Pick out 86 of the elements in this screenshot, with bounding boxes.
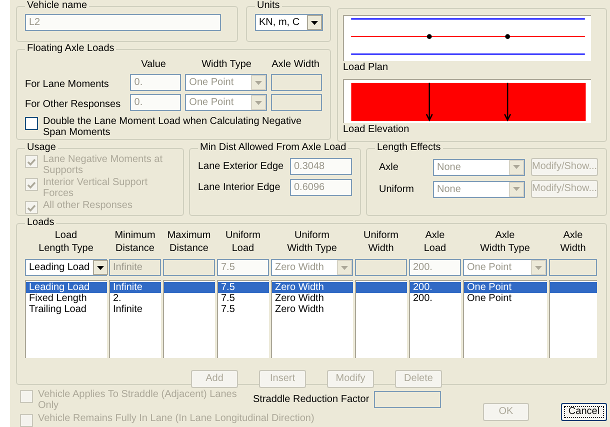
checkbox-label: Vehicle Applies To Straddle (Adjacent) Lanes Only: [38, 389, 238, 411]
checkmark-icon: [27, 180, 36, 188]
list-cell[interactable]: 2.: [110, 293, 161, 304]
list-cell[interactable]: Zero Width: [272, 293, 353, 304]
field-label: Lane Exterior Edge: [198, 160, 284, 174]
group-title: Usage: [26, 142, 57, 154]
column-header: Minimum Distance: [114, 229, 156, 256]
column-header: Load Length Type: [38, 229, 94, 256]
list-column[interactable]: Infinite 2. Infinite: [109, 280, 161, 358]
checkbox-label: All other Responses: [43, 200, 132, 211]
list-cell[interactable]: 7.5: [218, 293, 269, 304]
field-label: Axle: [378, 160, 400, 174]
list-cell[interactable]: Fixed Length: [26, 293, 107, 304]
dropdown-value: One Point: [188, 76, 235, 90]
list-cell[interactable]: One Point: [464, 293, 547, 304]
checkbox-label: Lane Negative Moments at Supports: [43, 154, 164, 176]
caret-icon: [96, 266, 104, 270]
dropdown-value: None: [436, 182, 462, 196]
dropdown[interactable]: Leading Load: [25, 259, 107, 276]
list-column[interactable]: [355, 280, 407, 358]
column-header: Axle Width Type: [479, 229, 531, 256]
dropdown[interactable]: KN, m, C: [255, 14, 323, 31]
list-cell[interactable]: Trailing Load: [26, 304, 107, 315]
column-header: Axle Width: [270, 59, 320, 71]
list-cell[interactable]: One Point: [464, 282, 547, 293]
dialog-button[interactable]: Cancel: [561, 403, 607, 421]
group-title: Length Effects: [376, 142, 442, 154]
column-header: Axle Width: [559, 229, 587, 256]
dropdown-value: One Point: [188, 96, 235, 110]
checkmark-icon: [27, 158, 36, 166]
group-title: Vehicle name: [26, 0, 88, 12]
group-title: Units: [256, 0, 281, 12]
caret-icon: [513, 165, 520, 169]
list-cell[interactable]: Leading Load: [26, 282, 107, 293]
list-cell[interactable]: Zero Width: [272, 304, 353, 315]
list-column[interactable]: [549, 280, 597, 358]
list-cell[interactable]: 200.: [410, 293, 461, 304]
checkbox[interactable]: [25, 117, 38, 130]
caret-icon: [513, 187, 520, 191]
list-column[interactable]: 7.5 7.5 7.5: [217, 280, 269, 358]
list-cell[interactable]: Infinite: [110, 304, 161, 315]
column-header: Uniform Load: [224, 229, 262, 256]
checkbox-label: Double the Lane Moment Load when Calculating Negative Span Moments: [43, 116, 303, 138]
group-title: Floating Axle Loads: [26, 43, 116, 55]
dropdown-value: One Point: [466, 261, 512, 275]
field-label: Lane Interior Edge: [198, 181, 280, 195]
group-title: Loads: [26, 217, 56, 229]
dropdown-button[interactable]: [92, 260, 108, 275]
list-cell[interactable]: 200.: [410, 282, 461, 293]
column-header: Uniform Width: [362, 229, 400, 256]
column-header: Uniform Width Type: [286, 229, 338, 256]
input-field[interactable]: [271, 94, 322, 111]
dropdown-value: None: [436, 160, 462, 174]
column-header: Axle Load: [422, 229, 448, 256]
checkmark-icon: [27, 204, 36, 212]
dropdown-value: Zero Width: [274, 261, 325, 275]
checkbox-label: Interior Vertical Support Forces: [43, 177, 148, 199]
list-column[interactable]: One Point One Point: [463, 280, 547, 358]
row-label: For Lane Moments: [25, 79, 110, 91]
caret-icon: [341, 266, 348, 270]
column-header: Maximum Distance: [166, 229, 212, 256]
field-label: Uniform: [378, 182, 416, 196]
list-column[interactable]: Zero Width Zero Width Zero Width: [271, 280, 353, 358]
list-cell[interactable]: 7.5: [218, 304, 269, 315]
list-cell[interactable]: Zero Width: [272, 282, 353, 293]
caret-icon: [255, 100, 262, 104]
column-header: Value: [140, 59, 167, 71]
dropdown-button[interactable]: [307, 15, 322, 30]
load-plan-label: Load Plan: [343, 61, 390, 75]
input-field[interactable]: [271, 74, 322, 91]
column-header: Width Type: [200, 59, 252, 71]
list-column[interactable]: [163, 280, 215, 358]
list-column[interactable]: 200. 200.: [409, 280, 461, 358]
caret-icon: [255, 80, 262, 84]
load-elevation-label: Load Elevation: [343, 123, 410, 137]
list-cell[interactable]: 7.5: [218, 282, 269, 293]
row-label: For Other Responses: [25, 99, 122, 111]
dropdown-value: Leading Load: [28, 261, 91, 275]
caret-icon: [535, 266, 542, 270]
field-label: Straddle Reduction Factor: [253, 393, 370, 407]
checkbox-label: Vehicle Remains Fully In Lane (In Lane Longitudinal Direction): [38, 413, 314, 424]
list-cell[interactable]: Infinite: [110, 282, 161, 293]
list-column[interactable]: Leading Load Fixed Length Trailing Load: [25, 280, 107, 358]
group-title: Min Dist Allowed From Axle Load: [199, 142, 348, 154]
caret-icon: [311, 20, 318, 24]
dropdown-value: KN, m, C: [258, 16, 301, 30]
